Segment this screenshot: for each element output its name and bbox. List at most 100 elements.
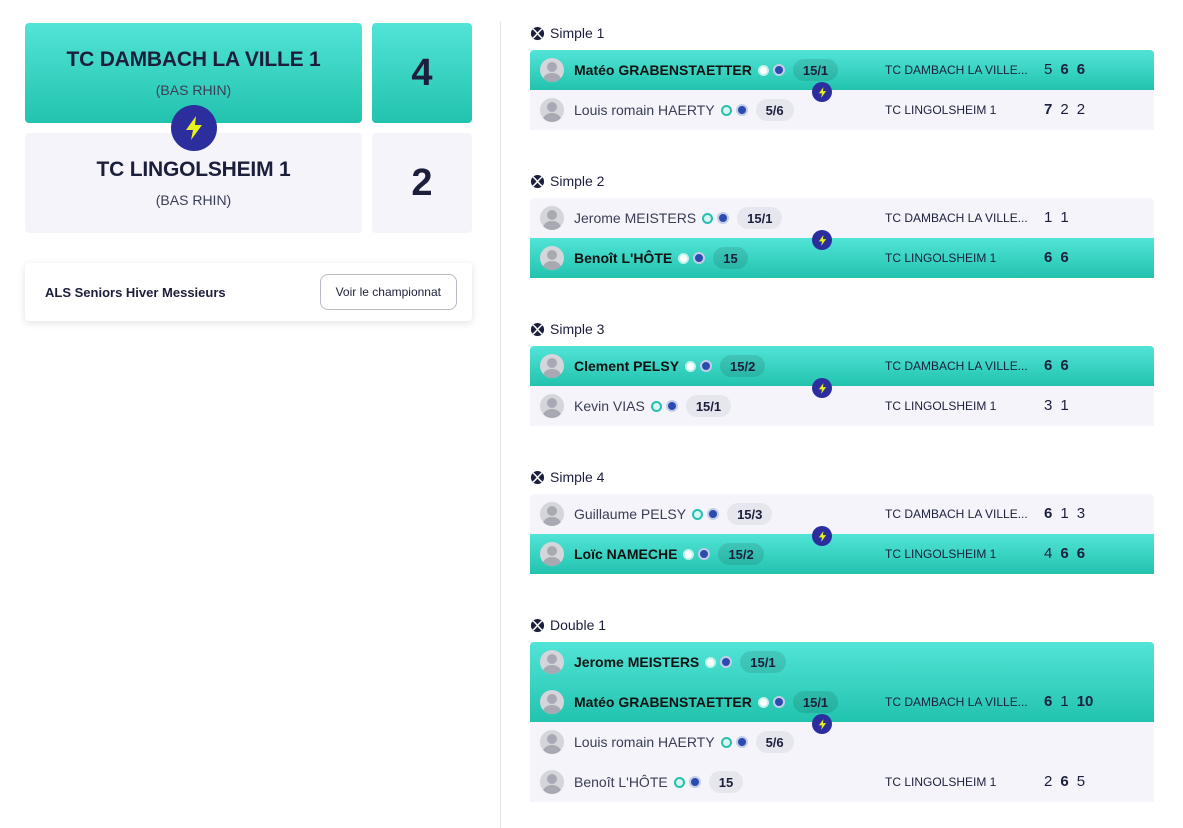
set-score: 7 xyxy=(1044,101,1053,118)
user-avatar-icon xyxy=(540,246,564,270)
lightning-bolt-icon xyxy=(812,82,832,102)
tennis-ball-icon xyxy=(530,470,545,485)
match-card[interactable]: Jerome MEISTERS 15/1 Matéo GRABENSTAETTER 1… xyxy=(530,642,1154,802)
set-score: 6 xyxy=(1060,61,1069,78)
player-name[interactable]: Guillaume PELSY xyxy=(574,506,686,522)
player-name[interactable]: Louis romain HAERTY xyxy=(574,102,715,118)
home-team-score: 4 xyxy=(372,23,472,123)
ranking-badge: 15/1 xyxy=(740,651,786,673)
set-score: 5 xyxy=(1044,61,1053,78)
match-block: Simple 2 Jerome MEISTERS 15/1 TC DAMBACH LA… xyxy=(530,170,1154,278)
lightning-bolt-icon xyxy=(812,378,832,398)
set-scores: 11 xyxy=(1044,209,1069,226)
away-team-region: (BAS RHIN) xyxy=(155,192,232,208)
status-dot-icon xyxy=(678,252,690,264)
loser-team-row: Louis romain HAERTY 5/6 Benoît L'HÔTE 15 TC … xyxy=(530,722,1154,802)
match-title-text: Simple 3 xyxy=(550,321,605,337)
status-dot-icon xyxy=(685,360,697,372)
set-score: 2 xyxy=(1060,101,1069,118)
user-avatar-icon xyxy=(540,98,564,122)
match-title-text: Double 1 xyxy=(550,617,607,633)
set-score: 3 xyxy=(1044,397,1053,414)
player-name[interactable]: Jerome MEISTERS xyxy=(574,654,699,670)
set-score: 6 xyxy=(1044,693,1053,710)
status-dot-icon xyxy=(692,508,704,520)
ranking-badge: 15/1 xyxy=(737,207,783,229)
set-scores: 66 xyxy=(1044,357,1069,374)
tennis-ball-icon xyxy=(530,26,545,41)
ranking-badge: 15/2 xyxy=(720,355,766,377)
set-score: 6 xyxy=(1044,249,1053,266)
federation-dot-icon xyxy=(707,508,720,520)
status-dot-icon xyxy=(673,776,685,788)
winner-team-row: Jerome MEISTERS 15/1 Matéo GRABENSTAETTER 1… xyxy=(530,642,1154,722)
match-title: Simple 3 xyxy=(530,318,1154,340)
user-avatar-icon xyxy=(540,650,564,674)
federation-dot-icon xyxy=(665,400,678,412)
championship-title: ALS Seniors Hiver Messieurs xyxy=(45,284,226,300)
away-team-name: TC LINGOLSHEIM 1 xyxy=(96,158,291,181)
club-name: TC DAMBACH LA VILLE... xyxy=(885,695,1028,709)
club-name: TC LINGOLSHEIM 1 xyxy=(885,103,997,117)
user-avatar-icon xyxy=(540,206,564,230)
status-dot-icon xyxy=(650,400,662,412)
column-divider xyxy=(500,22,501,828)
player-name[interactable]: Matéo GRABENSTAETTER xyxy=(574,694,752,710)
set-score: 6 xyxy=(1076,545,1086,562)
match-title: Simple 2 xyxy=(530,170,1154,192)
set-score: 1 xyxy=(1060,397,1069,414)
set-scores: 265 xyxy=(1044,773,1085,790)
status-dot-icon xyxy=(720,736,732,748)
set-scores: 31 xyxy=(1044,397,1069,414)
set-score: 2 xyxy=(1044,773,1053,790)
player-name[interactable]: Loïc NAMECHE xyxy=(574,546,677,562)
winner-team-row: Matéo GRABENSTAETTER 15/1 TC DAMBACH LA VI… xyxy=(530,50,1154,90)
player-name[interactable]: Jerome MEISTERS xyxy=(574,210,696,226)
federation-dot-icon xyxy=(772,64,785,76)
federation-dot-icon xyxy=(693,252,706,264)
lightning-bolt-icon xyxy=(812,714,832,734)
player-name[interactable]: Clement PELSY xyxy=(574,358,679,374)
set-score: 6 xyxy=(1060,773,1069,790)
federation-dot-icon xyxy=(698,548,711,560)
tennis-ball-icon xyxy=(530,618,545,633)
player-name[interactable]: Benoît L'HÔTE xyxy=(574,250,672,266)
federation-dot-icon xyxy=(700,360,713,372)
set-score: 6 xyxy=(1044,505,1053,522)
ranking-badge: 15/1 xyxy=(792,691,839,713)
player-name[interactable]: Matéo GRABENSTAETTER xyxy=(574,62,752,78)
match-card[interactable]: Clement PELSY 15/2 TC DAMBACH LA VILLE... 6… xyxy=(530,346,1154,426)
user-avatar-icon xyxy=(540,502,564,526)
match-block: Simple 4 Guillaume PELSY 15/3 TC DAMBACH LA… xyxy=(530,466,1154,574)
federation-dot-icon xyxy=(772,696,785,708)
set-score: 6 xyxy=(1060,357,1069,374)
match-title-text: Simple 1 xyxy=(550,25,605,41)
match-card[interactable]: Matéo GRABENSTAETTER 15/1 TC DAMBACH LA VI… xyxy=(530,50,1154,130)
club-name: TC LINGOLSHEIM 1 xyxy=(885,251,997,265)
set-score: 2 xyxy=(1076,101,1086,118)
set-scores: 6 1 10 xyxy=(1044,693,1093,710)
user-avatar-icon xyxy=(540,730,564,754)
federation-dot-icon xyxy=(735,736,748,748)
loser-team-row: Guillaume PELSY 15/3 TC DAMBACH LA VILLE..… xyxy=(530,494,1154,534)
club-name: TC DAMBACH LA VILLE... xyxy=(885,211,1028,225)
user-avatar-icon xyxy=(540,690,564,714)
view-championship-button[interactable]: Voir le championnat xyxy=(319,274,457,310)
player-name[interactable]: Kevin VIAS xyxy=(574,398,645,414)
lightning-bolt-icon xyxy=(812,526,832,546)
match-block: Simple 3 Clement PELSY 15/2 TC DAMBACH LA V… xyxy=(530,318,1154,426)
tennis-ball-icon xyxy=(530,322,545,337)
set-scores: 722 xyxy=(1044,101,1085,118)
set-scores: 66 xyxy=(1044,249,1069,266)
match-card[interactable]: Jerome MEISTERS 15/1 TC DAMBACH LA VILLE..… xyxy=(530,198,1154,278)
match-block: Double 1 Jerome MEISTERS 15/1 Matéo GRABENS… xyxy=(530,614,1154,802)
status-dot-icon xyxy=(683,548,695,560)
set-score: 1 xyxy=(1060,209,1069,226)
set-score: 6 xyxy=(1044,357,1053,374)
club-name: TC LINGOLSHEIM 1 xyxy=(885,775,997,789)
player-name[interactable]: Benoît L'HÔTE xyxy=(574,774,668,790)
player-name[interactable]: Louis romain HAERTY xyxy=(574,734,715,750)
set-score: 6 xyxy=(1060,249,1069,266)
ranking-badge: 15/1 xyxy=(685,395,732,417)
match-card[interactable]: Guillaume PELSY 15/3 TC DAMBACH LA VILLE..… xyxy=(530,494,1154,574)
